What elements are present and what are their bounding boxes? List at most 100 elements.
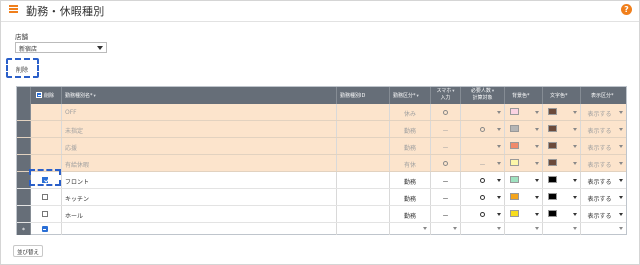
cell-fg[interactable] <box>543 121 581 137</box>
cell-name[interactable]: フロント <box>62 172 337 188</box>
cell-display[interactable]: 表示する <box>581 206 626 222</box>
cell-category[interactable]: 勤務 <box>390 121 431 137</box>
cell-bg[interactable] <box>505 138 543 154</box>
cell-required[interactable] <box>461 138 505 154</box>
text-color-swatch[interactable] <box>548 193 557 200</box>
bg-color-swatch[interactable] <box>510 210 519 217</box>
col-required-header[interactable]: 必要人数▾ 計算対象 <box>461 87 505 104</box>
new-row-bgcolor-cell[interactable] <box>505 223 543 235</box>
bg-color-swatch[interactable] <box>510 142 519 149</box>
table-row[interactable]: ホール 勤務 ー 表示する <box>17 206 626 223</box>
cell-fg[interactable] <box>543 104 581 120</box>
cell-check[interactable] <box>31 189 62 205</box>
cell-display[interactable]: 表示する <box>581 104 626 120</box>
table-row[interactable]: 有給休暇 有休 ー 表示する <box>17 155 626 172</box>
cell-check[interactable] <box>31 138 62 154</box>
cell-display[interactable]: 表示する <box>581 138 626 154</box>
bg-color-swatch[interactable] <box>510 125 519 132</box>
cell-bg[interactable] <box>505 189 543 205</box>
cell-name[interactable]: 応援 <box>62 138 337 154</box>
cell-required[interactable] <box>461 206 505 222</box>
cell-id[interactable] <box>337 121 390 137</box>
cell-required[interactable] <box>461 172 505 188</box>
cell-bg[interactable] <box>505 155 543 171</box>
cell-required[interactable]: ー <box>461 155 505 171</box>
cell-smartphone[interactable]: ー <box>431 206 461 222</box>
help-icon[interactable]: ? <box>621 4 632 15</box>
cell-check[interactable] <box>31 206 62 222</box>
text-color-swatch[interactable] <box>548 125 557 132</box>
new-row-textcolor-cell[interactable] <box>543 223 581 235</box>
col-display-header[interactable]: 表示区分* <box>581 87 626 104</box>
col-category-header[interactable]: 勤務区分*▾ <box>390 87 431 104</box>
new-row-name-cell[interactable] <box>62 223 337 235</box>
cell-smartphone[interactable] <box>431 155 461 171</box>
cell-fg[interactable] <box>543 189 581 205</box>
cell-id[interactable] <box>337 104 390 120</box>
col-name-header[interactable]: 勤務種別名*▾ <box>62 87 337 104</box>
cell-smartphone[interactable]: ー <box>431 189 461 205</box>
cell-category[interactable]: 勤務 <box>390 138 431 154</box>
cell-category[interactable]: 有休 <box>390 155 431 171</box>
row-checkbox[interactable] <box>42 194 48 200</box>
col-delete-header[interactable]: 削除 <box>31 87 62 104</box>
cell-smartphone[interactable]: ー <box>431 121 461 137</box>
cell-smartphone[interactable]: ー <box>431 172 461 188</box>
cell-name[interactable]: OFF <box>62 104 337 120</box>
cell-id[interactable] <box>337 155 390 171</box>
cell-required[interactable] <box>461 189 505 205</box>
cell-fg[interactable] <box>543 155 581 171</box>
menu-icon[interactable] <box>9 5 18 13</box>
delete-button[interactable]: 削除 <box>6 58 39 78</box>
cell-smartphone[interactable]: ー <box>431 138 461 154</box>
cell-check[interactable] <box>31 172 62 188</box>
text-color-swatch[interactable] <box>548 159 557 166</box>
col-smartphone-header[interactable]: スマホ▾ 入力 <box>431 87 461 104</box>
cell-smartphone[interactable] <box>431 104 461 120</box>
cell-fg[interactable] <box>543 138 581 154</box>
cell-required[interactable] <box>461 104 505 120</box>
text-color-swatch[interactable] <box>548 108 557 115</box>
new-row[interactable]: * <box>17 223 626 235</box>
cell-id[interactable] <box>337 206 390 222</box>
cell-name[interactable]: 有給休暇 <box>62 155 337 171</box>
select-all-checkbox[interactable] <box>36 92 42 98</box>
cell-id[interactable] <box>337 138 390 154</box>
reorder-button[interactable]: 並び替え <box>13 245 43 257</box>
bg-color-swatch[interactable] <box>510 176 519 183</box>
cell-name[interactable]: 未指定 <box>62 121 337 137</box>
col-bgcolor-header[interactable]: 背景色* <box>505 87 543 104</box>
cell-bg[interactable] <box>505 172 543 188</box>
cell-display[interactable]: 表示する <box>581 189 626 205</box>
cell-bg[interactable] <box>505 104 543 120</box>
cell-id[interactable] <box>337 189 390 205</box>
bg-color-swatch[interactable] <box>510 108 519 115</box>
new-row-checkbox[interactable] <box>42 226 48 232</box>
table-row[interactable]: キッチン 勤務 ー 表示する <box>17 189 626 206</box>
bg-color-swatch[interactable] <box>510 193 519 200</box>
bg-color-swatch[interactable] <box>510 159 519 166</box>
row-checkbox[interactable] <box>42 177 48 183</box>
cell-name[interactable]: ホール <box>62 206 337 222</box>
cell-bg[interactable] <box>505 206 543 222</box>
cell-category[interactable]: 勤務 <box>390 206 431 222</box>
new-row-required-cell[interactable] <box>461 223 505 235</box>
text-color-swatch[interactable] <box>548 176 557 183</box>
new-row-category-cell[interactable] <box>390 223 431 235</box>
store-select[interactable]: 新宿店 <box>15 42 107 53</box>
cell-category[interactable]: 休み <box>390 104 431 120</box>
table-row[interactable]: OFF 休み 表示する <box>17 104 626 121</box>
cell-category[interactable]: 勤務 <box>390 189 431 205</box>
cell-display[interactable]: 表示する <box>581 172 626 188</box>
cell-check[interactable] <box>31 104 62 120</box>
cell-display[interactable]: 表示する <box>581 155 626 171</box>
cell-display[interactable]: 表示する <box>581 121 626 137</box>
cell-name[interactable]: キッチン <box>62 189 337 205</box>
row-checkbox[interactable] <box>42 211 48 217</box>
cell-id[interactable] <box>337 172 390 188</box>
new-row-display-cell[interactable] <box>581 223 626 235</box>
col-textcolor-header[interactable]: 文字色* <box>543 87 581 104</box>
new-row-checkbox-cell[interactable] <box>31 223 62 235</box>
table-row[interactable]: 応援 勤務 ー 表示する <box>17 138 626 155</box>
new-row-smartphone-cell[interactable] <box>431 223 461 235</box>
